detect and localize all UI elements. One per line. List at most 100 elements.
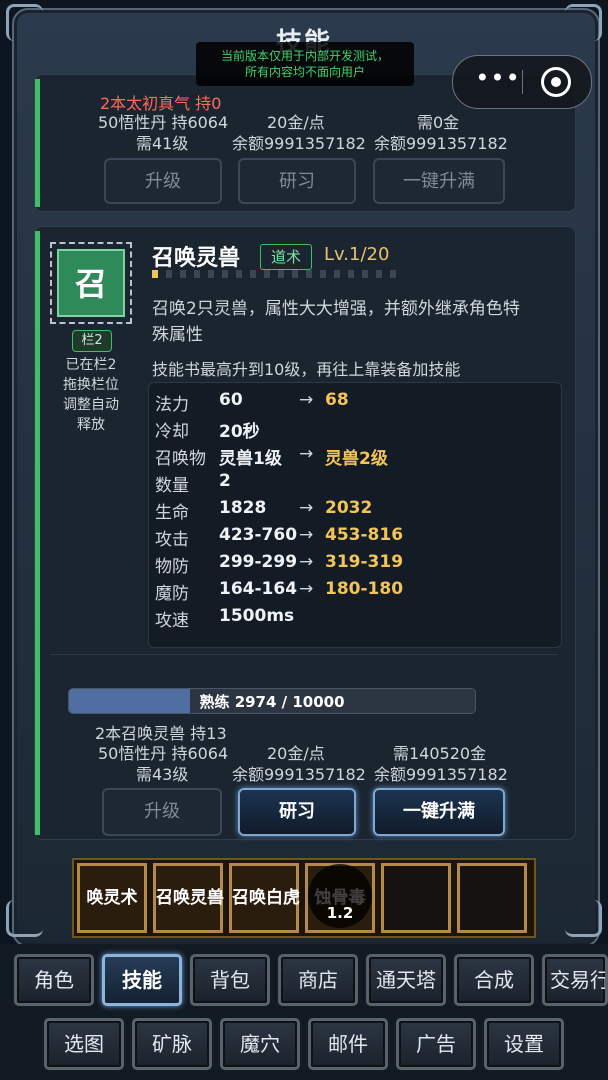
slot-note: 已在栏2 bbox=[65, 357, 117, 373]
cooldown-timer: 1.2 bbox=[326, 904, 354, 922]
prev-skill-balance: 余额9991357182 bbox=[374, 134, 508, 153]
skill-description: 殊属性 bbox=[152, 325, 203, 345]
stat-current: 2 bbox=[219, 471, 231, 491]
nav-skills[interactable]: 技能 bbox=[102, 954, 182, 1006]
notice-line: 当前版本仅用于内部开发测试， bbox=[220, 49, 389, 63]
nav-ads[interactable]: 广告 bbox=[396, 1018, 476, 1070]
mini-program-capsule: ••• bbox=[452, 55, 592, 109]
level-pips bbox=[152, 270, 402, 278]
upgrade-button[interactable]: 升级 bbox=[102, 788, 222, 836]
stat-current: 60 bbox=[219, 390, 243, 410]
stat-row: 魔防 164-164 → 180-180 bbox=[149, 579, 561, 604]
stat-label: 攻速 bbox=[155, 611, 189, 631]
stat-current: 1500ms bbox=[219, 606, 295, 626]
stat-label: 物防 bbox=[155, 557, 189, 577]
stat-label: 魔防 bbox=[155, 584, 189, 604]
stat-row: 召唤物 灵兽1级 → 灵兽2级 bbox=[149, 444, 561, 469]
stat-label: 冷却 bbox=[155, 422, 189, 442]
prev-skill-level-req: 需41级 bbox=[136, 134, 189, 153]
hotbar-slot-empty[interactable] bbox=[381, 863, 451, 933]
nav-settings[interactable]: 设置 bbox=[484, 1018, 564, 1070]
nav-cave[interactable]: 魔穴 bbox=[220, 1018, 300, 1070]
dev-notice-banner: 当前版本仅用于内部开发测试， 所有内容均不面向用户 bbox=[196, 42, 414, 86]
divider bbox=[50, 654, 558, 655]
arrow-icon: → bbox=[299, 579, 314, 599]
skill-icon-frame[interactable]: 召 bbox=[50, 242, 132, 324]
nav-trade[interactable]: 交易行 bbox=[542, 954, 608, 1006]
prev-skill-balance: 余额9991357182 bbox=[232, 134, 366, 153]
stat-label: 法力 bbox=[155, 395, 189, 415]
prev-upgrade-button[interactable]: 升级 bbox=[104, 158, 222, 204]
stat-current: 1828 bbox=[219, 498, 267, 518]
skill-name: 召唤灵兽 bbox=[152, 246, 241, 271]
stats-table: 法力 60 → 68 冷却 20秒 召唤物 灵兽1级 → 灵兽2级 数量 2 生… bbox=[148, 382, 562, 648]
stat-label: 数量 bbox=[155, 476, 189, 496]
stat-row: 生命 1828 → 2032 bbox=[149, 498, 561, 523]
slot-note: 释放 bbox=[77, 417, 105, 433]
study-button[interactable]: 研习 bbox=[238, 788, 356, 836]
skill-balance: 余额9991357182 bbox=[232, 765, 366, 784]
stat-next: 180-180 bbox=[325, 579, 404, 599]
summon-skill-icon: 召 bbox=[57, 249, 125, 317]
slot-note: 拖换栏位 bbox=[63, 377, 119, 393]
skill-description: 召唤2只灵兽，属性大大增强，并额外继承角色特 bbox=[152, 299, 520, 319]
slot-badge: 栏2 bbox=[72, 330, 112, 352]
stat-row: 数量 2 bbox=[149, 471, 561, 496]
arrow-icon: → bbox=[299, 498, 314, 518]
stat-next: 2032 bbox=[325, 498, 373, 518]
stat-current: 423-760 bbox=[219, 525, 298, 545]
target-close-icon[interactable] bbox=[541, 67, 571, 97]
stat-row: 攻速 1500ms bbox=[149, 606, 561, 631]
nav-craft[interactable]: 合成 bbox=[454, 954, 534, 1006]
arrow-icon: → bbox=[299, 444, 314, 464]
skill-hotbar: 唤灵术 召唤灵兽 召唤白虎 蚀骨毒 bbox=[72, 858, 536, 938]
prev-max-button[interactable]: 一键升满 bbox=[373, 158, 505, 204]
nav-tower[interactable]: 通天塔 bbox=[366, 954, 446, 1006]
skill-book-note: 技能书最高升到10级，再往上靠装备加技能 bbox=[152, 360, 461, 379]
skill-level-req: 需43级 bbox=[136, 765, 189, 784]
proficiency-bar: 熟练 2974 / 10000 bbox=[68, 688, 476, 714]
skill-level: Lv.1/20 bbox=[324, 244, 390, 265]
nav-character[interactable]: 角色 bbox=[14, 954, 94, 1006]
stat-next: 68 bbox=[325, 390, 349, 410]
hotbar-slot-empty[interactable] bbox=[457, 863, 527, 933]
nav-map-select[interactable]: 选图 bbox=[44, 1018, 124, 1070]
stat-current: 299-299 bbox=[219, 552, 298, 572]
notice-line: 所有内容均不面向用户 bbox=[244, 65, 365, 79]
stat-next: 319-319 bbox=[325, 552, 404, 572]
nav-mine[interactable]: 矿脉 bbox=[132, 1018, 212, 1070]
more-dots-icon[interactable]: ••• bbox=[475, 66, 521, 94]
stat-row: 冷却 20秒 bbox=[149, 417, 561, 442]
slot-note: 调整自动 bbox=[63, 397, 119, 413]
arrow-icon: → bbox=[299, 390, 314, 410]
stat-label: 攻击 bbox=[155, 530, 189, 550]
stat-current: 20秒 bbox=[219, 422, 260, 442]
proficiency-text: 熟练 2974 / 10000 bbox=[199, 693, 345, 711]
nav-shop[interactable]: 商店 bbox=[278, 954, 358, 1006]
stat-row: 物防 299-299 → 319-319 bbox=[149, 552, 561, 577]
nav-bag[interactable]: 背包 bbox=[190, 954, 270, 1006]
stat-next: 453-816 bbox=[325, 525, 404, 545]
stat-current: 灵兽1级 bbox=[219, 449, 282, 469]
hotbar-slot[interactable]: 召唤灵兽 bbox=[153, 863, 224, 933]
skill-balance: 余额9991357182 bbox=[374, 765, 508, 784]
stat-label: 召唤物 bbox=[155, 449, 206, 469]
stat-row: 攻击 423-760 → 453-816 bbox=[149, 525, 561, 550]
arrow-icon: → bbox=[299, 552, 314, 572]
frame-corner-ornament bbox=[6, 900, 43, 937]
hotbar-slot[interactable]: 唤灵术 bbox=[77, 863, 147, 933]
level-pip-filled bbox=[152, 270, 158, 278]
stat-label: 生命 bbox=[155, 503, 189, 523]
frame-corner-ornament bbox=[565, 900, 602, 937]
capsule-divider bbox=[522, 70, 523, 94]
arrow-icon: → bbox=[299, 525, 314, 545]
stat-current: 164-164 bbox=[219, 579, 298, 599]
prev-study-button[interactable]: 研习 bbox=[238, 158, 356, 204]
stat-next: 灵兽2级 bbox=[325, 449, 388, 469]
panel-accent-stripe bbox=[35, 231, 40, 835]
panel-accent-stripe bbox=[35, 79, 40, 207]
hotbar-slot[interactable]: 召唤白虎 bbox=[229, 863, 300, 933]
max-upgrade-button[interactable]: 一键升满 bbox=[373, 788, 505, 836]
nav-mail[interactable]: 邮件 bbox=[308, 1018, 388, 1070]
skill-type-badge: 道术 bbox=[260, 244, 312, 270]
